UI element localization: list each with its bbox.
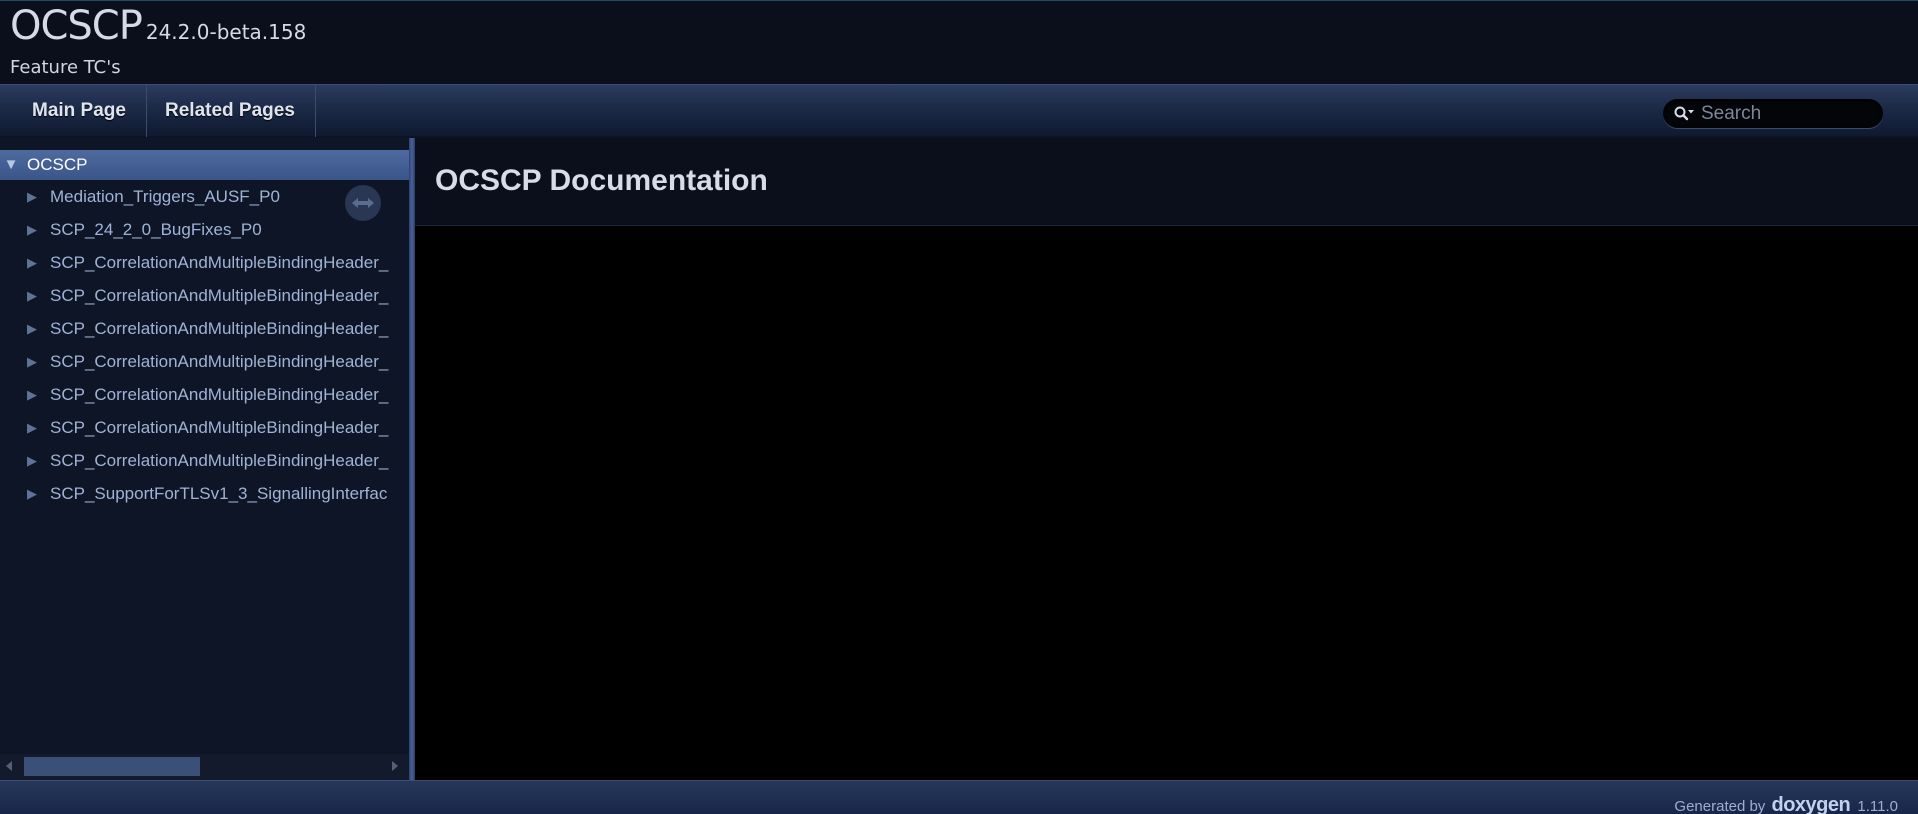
triangle-right-icon[interactable]: ▶ bbox=[24, 444, 40, 477]
triangle-right-icon[interactable]: ▶ bbox=[24, 477, 40, 510]
tree-item-label[interactable]: Mediation_Triggers_AUSF_P0 bbox=[50, 180, 280, 213]
search-input[interactable] bbox=[1701, 101, 1871, 126]
search-icon[interactable] bbox=[1673, 105, 1695, 123]
tree-item-label[interactable]: SCP_24_2_0_BugFixes_P0 bbox=[50, 213, 262, 246]
tree-item[interactable]: ▶ SCP_SupportForTLSv1_3_SignallingInterf… bbox=[0, 477, 409, 510]
tree-item-label[interactable]: SCP_CorrelationAndMultipleBindingHeader_ bbox=[50, 378, 388, 411]
tree-item-label[interactable]: SCP_CorrelationAndMultipleBindingHeader_ bbox=[50, 279, 388, 312]
doc-content: OCSCP Documentation bbox=[415, 138, 1918, 780]
tree-item-label[interactable]: SCP_SupportForTLSv1_3_SignallingInterfac bbox=[50, 477, 387, 510]
main-menu: Main Page Related Pages bbox=[0, 84, 1918, 138]
tree-root-ocscp[interactable]: ▼ OCSCP bbox=[0, 150, 409, 180]
doxygen-logo-link[interactable]: doxygen bbox=[1771, 794, 1850, 814]
horizontal-scrollbar[interactable] bbox=[0, 754, 409, 780]
scrollbar-thumb[interactable] bbox=[24, 757, 200, 776]
tree-item[interactable]: ▶ SCP_CorrelationAndMultipleBindingHeade… bbox=[0, 345, 409, 378]
sync-toggle-button[interactable] bbox=[345, 185, 381, 221]
tree-item-label[interactable]: SCP_CorrelationAndMultipleBindingHeader_ bbox=[50, 246, 388, 279]
tree-item-label[interactable]: SCP_CorrelationAndMultipleBindingHeader_ bbox=[50, 345, 388, 378]
tree-item-label[interactable]: SCP_CorrelationAndMultipleBindingHeader_ bbox=[50, 444, 388, 477]
page-title: OCSCP Documentation bbox=[435, 164, 768, 197]
tree-item[interactable]: ▶ SCP_CorrelationAndMultipleBindingHeade… bbox=[0, 411, 409, 444]
doxygen-page: OCSCP 24.2.0-beta.158 Feature TC's Main P… bbox=[0, 0, 1918, 814]
page-header: OCSCP Documentation bbox=[415, 138, 1918, 226]
triangle-right-icon[interactable]: ▶ bbox=[24, 378, 40, 411]
project-name-text: OCSCP bbox=[10, 3, 143, 49]
triangle-right-icon[interactable]: ▶ bbox=[24, 411, 40, 444]
scroll-left-arrow-icon[interactable] bbox=[6, 761, 12, 771]
triangle-right-icon[interactable]: ▶ bbox=[24, 279, 40, 312]
tree-item[interactable]: ▶ SCP_CorrelationAndMultipleBindingHeade… bbox=[0, 279, 409, 312]
tree-item[interactable]: ▶ SCP_CorrelationAndMultipleBindingHeade… bbox=[0, 378, 409, 411]
project-name: OCSCP 24.2.0-beta.158 bbox=[10, 3, 306, 49]
search-box[interactable] bbox=[1663, 99, 1883, 128]
nav-path-footer: Generated by doxygen 1.11.0 bbox=[0, 780, 1918, 814]
tree-item[interactable]: ▶ SCP_CorrelationAndMultipleBindingHeade… bbox=[0, 312, 409, 345]
menu-item-main-page[interactable]: Main Page bbox=[14, 85, 147, 137]
generated-by-label: Generated by bbox=[1674, 798, 1766, 814]
menu-item-related-pages[interactable]: Related Pages bbox=[147, 85, 316, 137]
project-number: 24.2.0-beta.158 bbox=[145, 20, 307, 44]
triangle-right-icon[interactable]: ▶ bbox=[24, 246, 40, 279]
scroll-right-arrow-icon[interactable] bbox=[392, 761, 398, 771]
triangle-right-icon[interactable]: ▶ bbox=[24, 312, 40, 345]
sync-arrows-icon bbox=[352, 198, 374, 208]
triangle-right-icon[interactable]: ▶ bbox=[24, 345, 40, 378]
doxygen-version: 1.11.0 bbox=[1857, 798, 1898, 814]
triangle-down-icon[interactable]: ▼ bbox=[2, 150, 20, 180]
title-area: OCSCP 24.2.0-beta.158 Feature TC's bbox=[0, 0, 1918, 84]
tree-item-label[interactable]: SCP_CorrelationAndMultipleBindingHeader_ bbox=[50, 312, 388, 345]
triangle-right-icon[interactable]: ▶ bbox=[24, 213, 40, 246]
side-nav-tree: ▼ OCSCP ▶ Mediation_Triggers_AUSF_P0 ▶ S… bbox=[0, 138, 409, 780]
tree-item[interactable]: ▶ SCP_CorrelationAndMultipleBindingHeade… bbox=[0, 444, 409, 477]
project-brief: Feature TC's bbox=[10, 57, 121, 78]
tree-root-label: OCSCP bbox=[27, 155, 88, 174]
tree-item-label[interactable]: SCP_CorrelationAndMultipleBindingHeader_ bbox=[50, 411, 388, 444]
triangle-right-icon[interactable]: ▶ bbox=[24, 180, 40, 213]
footer-generated-by: Generated by doxygen 1.11.0 bbox=[1674, 794, 1898, 814]
tree-item[interactable]: ▶ SCP_CorrelationAndMultipleBindingHeade… bbox=[0, 246, 409, 279]
